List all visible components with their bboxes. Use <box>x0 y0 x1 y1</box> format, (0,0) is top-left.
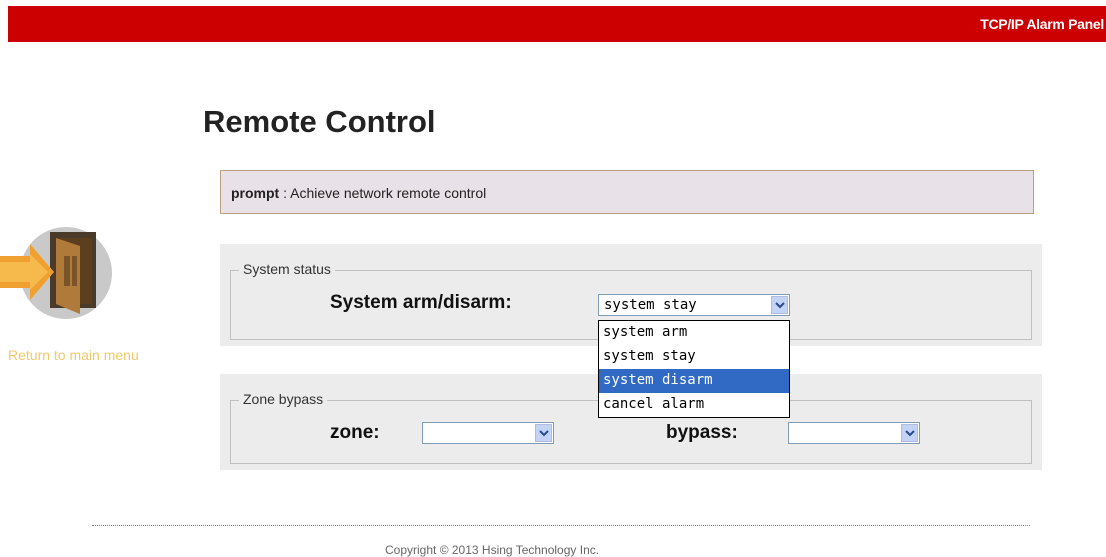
page-title: Remote Control <box>203 104 436 139</box>
prompt-text: prompt : Achieve network remote control <box>231 185 486 201</box>
copyright-text: Copyright © 2013 Hsing Technology Inc. <box>385 543 600 557</box>
footer-divider <box>92 525 1030 526</box>
prompt-separator: : <box>279 185 291 201</box>
zone-select[interactable] <box>422 422 554 444</box>
dropdown-option-cancel-alarm[interactable]: cancel alarm <box>599 393 789 417</box>
prompt-message: Achieve network remote control <box>290 185 487 201</box>
app-title: TCP/IP Alarm Panel <box>980 16 1104 32</box>
prompt-box: prompt : Achieve network remote control <box>220 170 1034 214</box>
system-arm-label: System arm/disarm: <box>330 292 512 313</box>
dropdown-option-system-disarm[interactable]: system disarm <box>599 369 789 393</box>
prompt-label: prompt <box>231 185 280 201</box>
zone-bypass-legend: Zone bypass <box>239 391 328 407</box>
chevron-down-icon[interactable] <box>535 424 552 442</box>
chevron-down-icon[interactable] <box>901 424 918 442</box>
system-arm-selected-value: system stay <box>604 297 697 313</box>
system-arm-dropdown[interactable]: system arm system stay system disarm can… <box>598 320 790 418</box>
system-arm-select[interactable]: system stay <box>598 294 790 316</box>
dropdown-option-system-arm[interactable]: system arm <box>599 321 789 345</box>
header-bar: TCP/IP Alarm Panel <box>8 6 1106 42</box>
zone-label: zone: <box>330 422 380 443</box>
door-exit-icon[interactable] <box>0 218 116 328</box>
bypass-select[interactable] <box>788 422 920 444</box>
chevron-down-icon[interactable] <box>771 296 788 314</box>
return-to-main-menu-link[interactable]: Return to main menu <box>8 346 148 365</box>
system-status-legend: System status <box>239 261 335 277</box>
dropdown-option-system-stay[interactable]: system stay <box>599 345 789 369</box>
bypass-label: bypass: <box>666 422 738 443</box>
